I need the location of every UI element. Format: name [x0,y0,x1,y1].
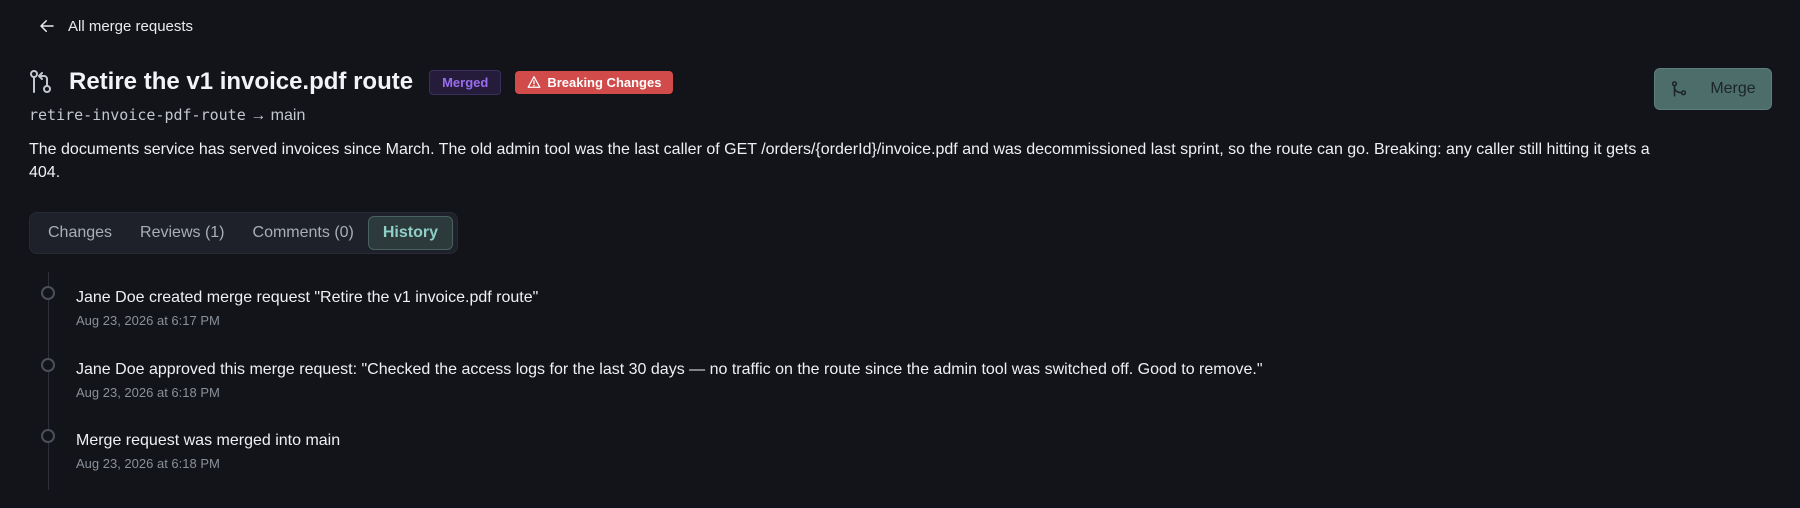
page-title: Retire the v1 invoice.pdf route [69,68,414,95]
merge-request-description: The documents service has served invoice… [29,141,1650,181]
git-merge-icon [1672,81,1687,97]
branch-info: retire-invoice-pdf-route → main [29,106,305,125]
back-to-merge-requests-link[interactable]: All merge requests [38,17,193,35]
history-event-text: Merge request was merged into main [76,432,341,449]
timeline-dot-icon [41,286,55,300]
merged-status-badge: Merged [429,69,502,95]
history-event-text: Jane Doe approved this merge request: "C… [76,361,1263,378]
history-event-time: Aug 23, 2026 at 6:18 PM [76,385,220,400]
breaking-changes-badge: Breaking Changes [515,70,674,94]
title-row: Retire the v1 invoice.pdf route Merged B… [29,68,674,96]
tab-history[interactable]: History [367,216,453,250]
target-branch: main [270,107,306,124]
timeline-dot-icon [41,429,55,443]
history-event-text: Jane Doe created merge request "Retire t… [76,289,539,306]
source-branch: retire-invoice-pdf-route [29,106,246,124]
history-event-time: Aug 23, 2026 at 6:17 PM [76,313,220,328]
tab-reviews[interactable]: Reviews (1) [126,216,238,250]
timeline-dot-icon [41,358,55,372]
breaking-changes-label: Breaking Changes [547,74,662,90]
tab-comments[interactable]: Comments (0) [239,216,368,250]
merge-request-page: All merge requests Retire the v1 invoice… [0,0,1800,508]
timeline-line [48,272,49,490]
arrow-right-icon: → [250,107,267,124]
back-link-label: All merge requests [68,17,194,35]
merge-button[interactable]: Merge [1654,68,1772,110]
warning-triangle-icon [527,76,541,88]
merge-button-label: Merge [1710,80,1756,97]
history-event-time: Aug 23, 2026 at 6:18 PM [76,456,220,471]
tab-changes[interactable]: Changes [34,216,126,250]
git-merge-request-icon [30,70,51,93]
tab-bar: Changes Reviews (1) Comments (0) History [29,212,458,254]
arrow-left-icon [40,20,54,32]
